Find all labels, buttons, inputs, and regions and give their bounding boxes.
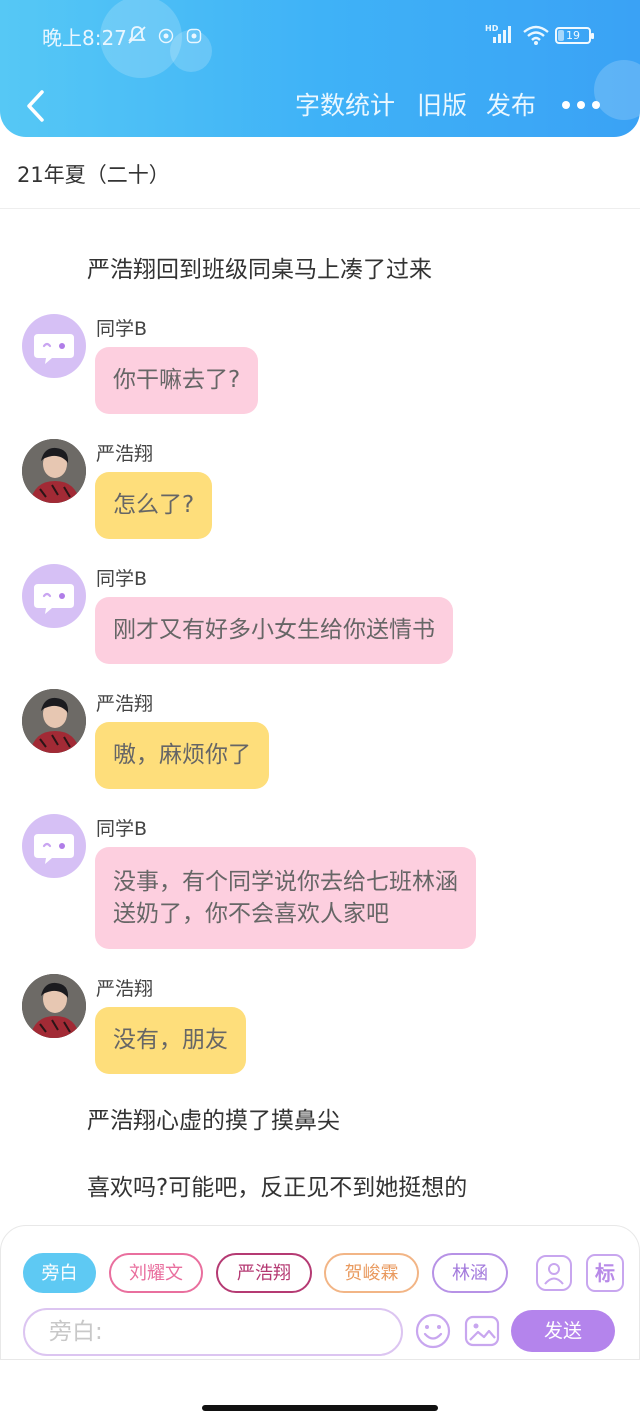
narration-text[interactable]: 严浩翔心虚的摸了摸鼻尖 [87,1101,340,1135]
tag-button[interactable]: 标 [586,1254,624,1292]
dialogue-input[interactable]: 旁白: [23,1308,403,1356]
image-icon[interactable] [463,1312,501,1350]
composer-panel: 旁白 刘耀文 严浩翔 贺峻霖 林涵 标 旁白: 发送 [0,1225,640,1360]
speaker-name: 严浩翔 [96,978,154,1000]
avatar [22,439,86,503]
message-text: 没有，朋友 [113,1027,228,1053]
role-chip-label: 林涵 [452,1263,488,1284]
message-text: 刚才又有好多小女生给你送情书 [113,617,435,643]
input-placeholder: 旁白: [49,1319,103,1345]
message-bubble[interactable]: 没有，朋友 [95,1007,246,1074]
bot-face-icon [22,314,86,378]
user-card-icon[interactable] [535,1254,573,1292]
app-badge-icon [158,28,174,44]
message-bubble[interactable]: 怎么了? [95,472,213,539]
role-chip-label: 旁白 [41,1263,78,1284]
speaker-name: 同学B [96,318,148,340]
more-dots-icon[interactable] [560,94,602,112]
chapter-title[interactable]: 21年夏（二十） [17,159,170,189]
battery-fill [558,30,565,41]
role-chip-label: 刘耀文 [129,1263,183,1284]
role-chip-label: 严浩翔 [237,1263,291,1284]
battery-level-text: 19 [566,29,580,42]
back-button[interactable] [20,84,54,124]
message-text: 嗷，麻烦你了 [113,742,251,768]
message-bubble[interactable]: 刚才又有好多小女生给你送情书 [95,597,453,664]
message-text: 你干嘛去了? [113,367,241,393]
message-text: 没事，有个同学说你去给七班林涵 [113,869,458,895]
narration-text[interactable]: 严浩翔回到班级同桌马上凑了过来 [87,250,432,284]
battery-icon: 19 [555,27,594,44]
send-label: 发送 [543,1320,582,1342]
speaker-name: 同学B [96,818,148,840]
message-bubble[interactable]: 你干嘛去了? [95,347,259,414]
chevron-left-icon [27,90,44,122]
role-chip-label: 贺峻霖 [344,1263,399,1284]
narration-text[interactable]: 喜欢吗?可能吧，反正见不到她挺想的 [87,1168,467,1202]
publish-button[interactable]: 发布 [486,86,536,122]
header-bar: 晚上8:27 HD 19 字数统计 旧版 发布 [0,0,640,137]
avatar [22,689,86,753]
status-time: 晚上8:27 [42,26,127,50]
bot-face-icon [22,814,86,878]
avatar [22,974,86,1038]
message-text: 怎么了? [113,492,195,518]
chapter-header: 21年夏（二十） [0,137,640,209]
speaker-name: 严浩翔 [96,693,154,715]
home-indicator[interactable] [202,1405,438,1411]
speaker-name: 同学B [96,568,148,590]
message-bubble[interactable]: 嗷，麻烦你了 [95,722,269,789]
hd-signal-icon: HD [485,24,511,43]
message-text: 送奶了，你不会喜欢人家吧 [113,901,389,927]
status-bar: 晚上8:27 HD 19 [0,18,640,52]
speaker-name: 严浩翔 [96,443,154,465]
role-chip-he-junlin[interactable]: 贺峻霖 [324,1253,419,1293]
role-chip-liu-yaowen[interactable]: 刘耀文 [109,1253,203,1293]
role-chip-lin-han[interactable]: 林涵 [432,1253,508,1293]
app-badge-icon [186,28,202,44]
svg-text:HD: HD [485,24,499,33]
role-chip-yan-haoxiang[interactable]: 严浩翔 [216,1253,312,1293]
bot-face-icon [22,564,86,628]
send-button[interactable]: 发送 [511,1310,615,1352]
smiley-icon[interactable] [414,1312,452,1350]
nav-bar: 字数统计 旧版 发布 [0,78,640,130]
mute-bell-icon [128,26,146,44]
message-bubble[interactable]: 没事，有个同学说你去给七班林涵 送奶了，你不会喜欢人家吧 [95,847,476,949]
tag-label: 标 [595,1261,615,1285]
role-chip-narrator[interactable]: 旁白 [23,1253,96,1293]
wifi-icon [523,25,549,45]
old-version-button[interactable]: 旧版 [417,86,467,122]
editor-screen: 晚上8:27 HD 19 字数统计 旧版 发布 21年夏（二十） 严浩翔回到班级… [0,0,640,1422]
word-count-button[interactable]: 字数统计 [295,86,395,122]
